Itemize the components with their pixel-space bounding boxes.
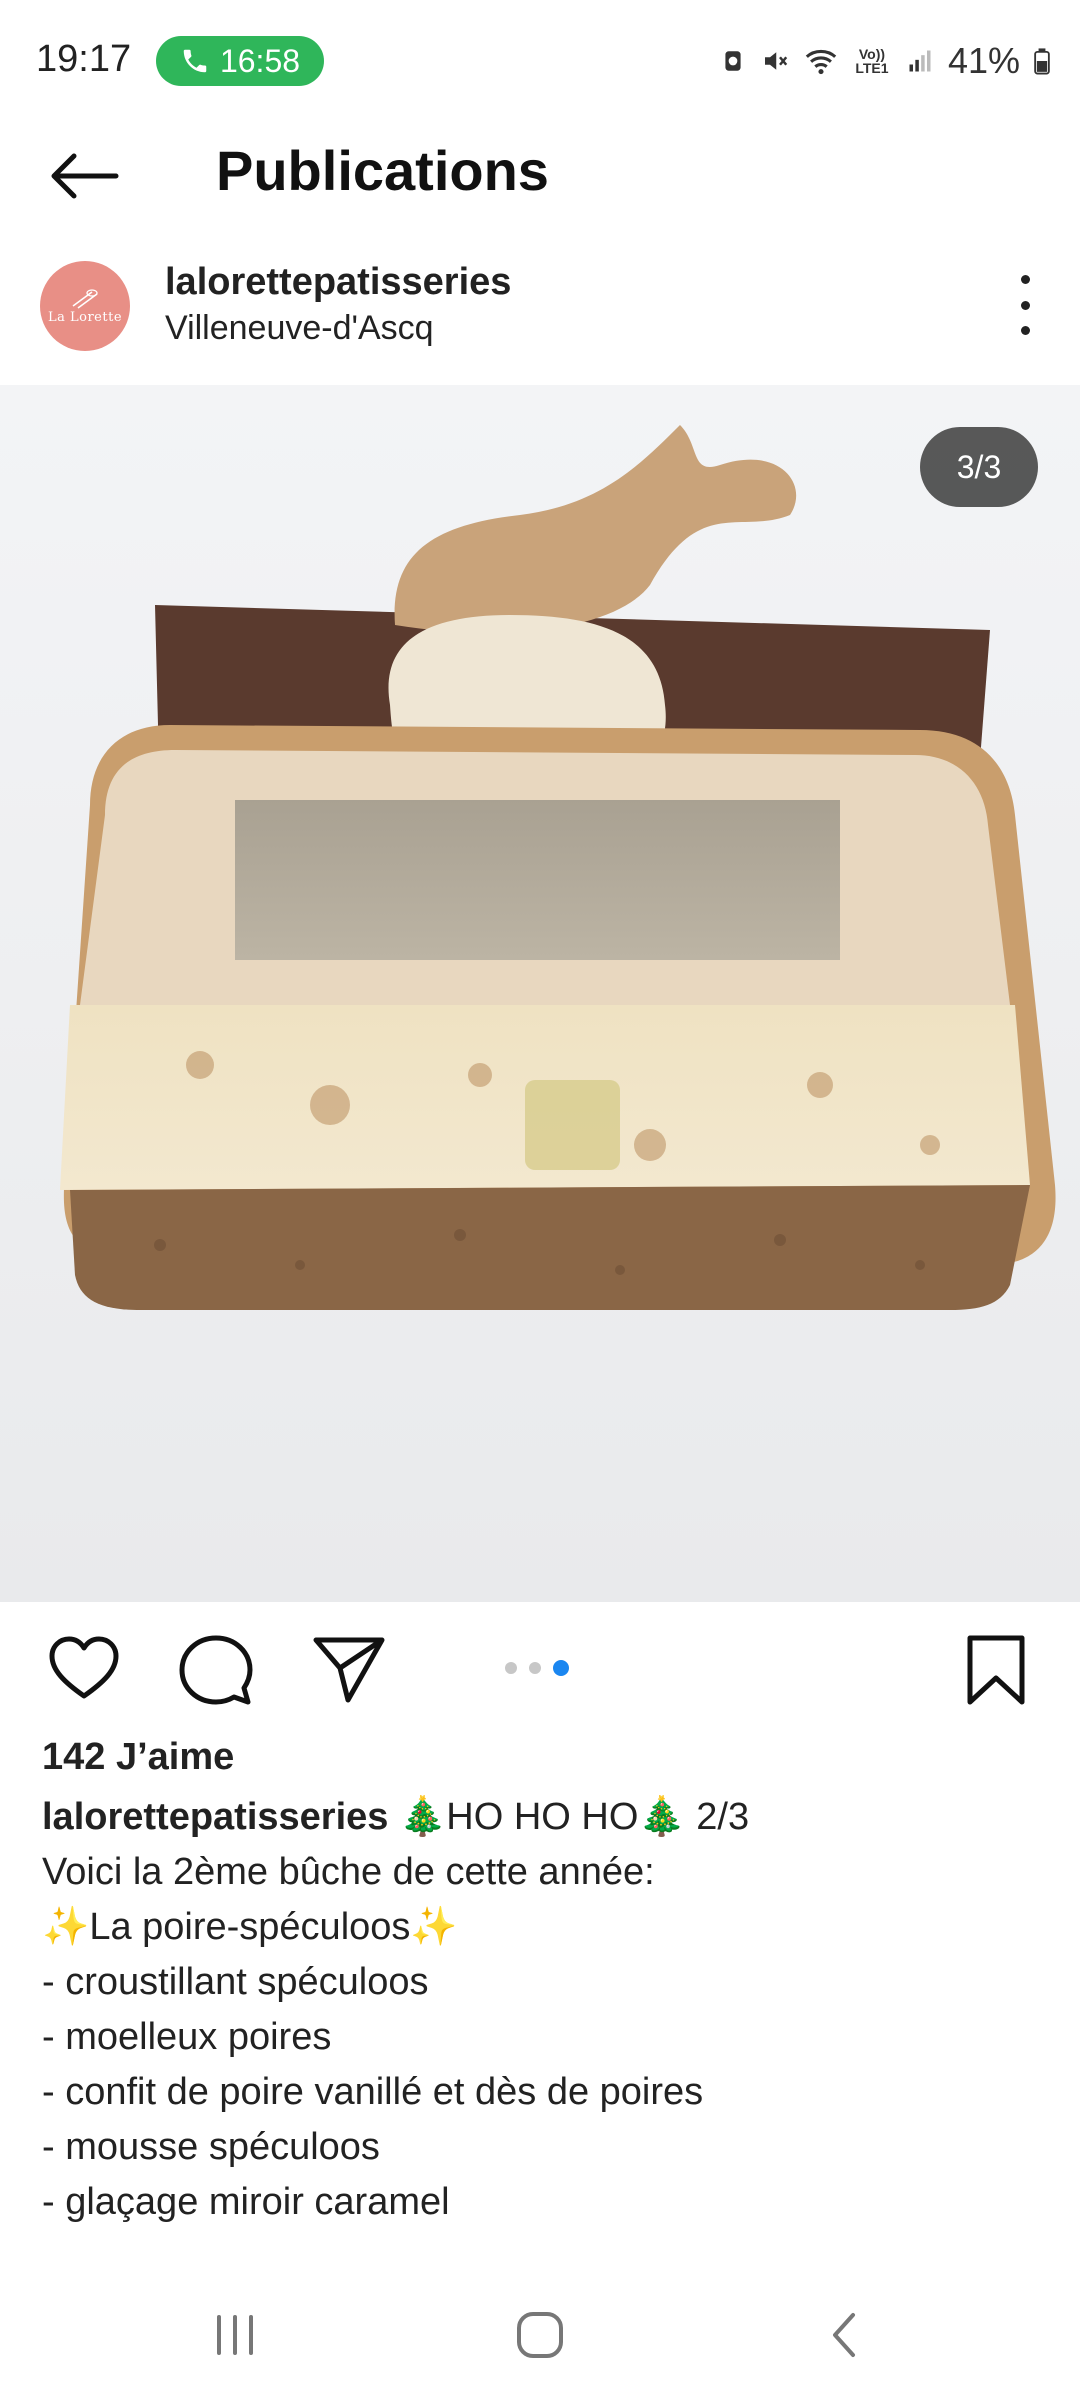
whisk-logo-icon	[72, 288, 98, 309]
wifi-icon	[805, 49, 837, 75]
post-image[interactable]: 3/3	[0, 385, 1080, 1602]
comment-icon[interactable]	[176, 1630, 256, 1710]
send-icon[interactable]	[308, 1630, 388, 1710]
ongoing-call-pill[interactable]: 16:58	[156, 36, 324, 86]
bookmark-icon[interactable]	[956, 1630, 1036, 1710]
caption-line: - confit de poire vanillé et dès de poir…	[42, 2071, 704, 2113]
likes-count[interactable]: 142 J’aime	[42, 1736, 234, 1779]
carousel-dot	[529, 1662, 541, 1674]
avatar-logo-text: La Lorette	[47, 309, 123, 325]
system-icons: Vo)) LTE1 41%	[720, 36, 1050, 86]
caption-line: ✨La poire-spéculoos✨	[42, 1906, 458, 1948]
heart-icon[interactable]	[44, 1630, 124, 1710]
caption-line: - croustillant spéculoos	[42, 1961, 429, 2003]
home-icon[interactable]	[510, 2305, 570, 2365]
system-navigation-bar	[0, 2270, 1080, 2400]
caption-first-line: lalorettepatisseries 🎄HO HO HO🎄 2/3	[42, 1790, 1042, 1845]
phone-icon	[183, 49, 207, 73]
signal-icon	[909, 50, 931, 72]
avatar[interactable]: La Lorette	[40, 261, 130, 351]
cake-slice-illustration	[0, 385, 1080, 1602]
data-saver-icon	[725, 51, 741, 71]
recent-apps-icon[interactable]	[205, 2305, 265, 2365]
caption-line: Voici la 2ème bûche de cette année:	[42, 1851, 655, 1893]
status-bar: 19:17 16:58 Vo)) LTE1 41%	[0, 0, 1080, 120]
post-caption: lalorettepatisseries 🎄HO HO HO🎄 2/3 Voic…	[42, 1790, 1042, 2230]
back-icon[interactable]	[815, 2305, 875, 2365]
carousel-indicator	[505, 1660, 569, 1676]
status-time: 19:17	[36, 38, 132, 80]
caption-line: - mousse spéculoos	[42, 2126, 380, 2168]
app-bar: Publications	[0, 120, 1080, 230]
battery-percent: 41%	[947, 40, 1020, 81]
call-timer: 16:58	[219, 42, 301, 79]
caption-headline: 🎄HO HO HO🎄 2/3	[388, 1796, 750, 1838]
post-actions	[0, 1620, 1080, 1720]
more-vertical-icon[interactable]	[1010, 275, 1040, 335]
post-location[interactable]: Villeneuve-d'Ascq	[165, 309, 434, 348]
post-header: La Lorette lalorettepatisseries Villeneu…	[0, 255, 1080, 375]
arrow-left-icon[interactable]	[44, 146, 124, 206]
caption-line: - moelleux poires	[42, 2016, 332, 2058]
carousel-dot-active	[553, 1660, 569, 1676]
image-counter-badge: 3/3	[920, 427, 1038, 507]
battery-icon	[1034, 48, 1050, 75]
caption-line: - glaçage miroir caramel	[42, 2181, 450, 2223]
carousel-dot	[505, 1662, 517, 1674]
post-username[interactable]: lalorettepatisseries	[165, 261, 511, 304]
caption-username[interactable]: lalorettepatisseries	[42, 1796, 388, 1838]
volte-indicator: Vo)) LTE1	[855, 46, 889, 76]
mute-icon	[764, 52, 788, 70]
page-title: Publications	[216, 139, 549, 202]
